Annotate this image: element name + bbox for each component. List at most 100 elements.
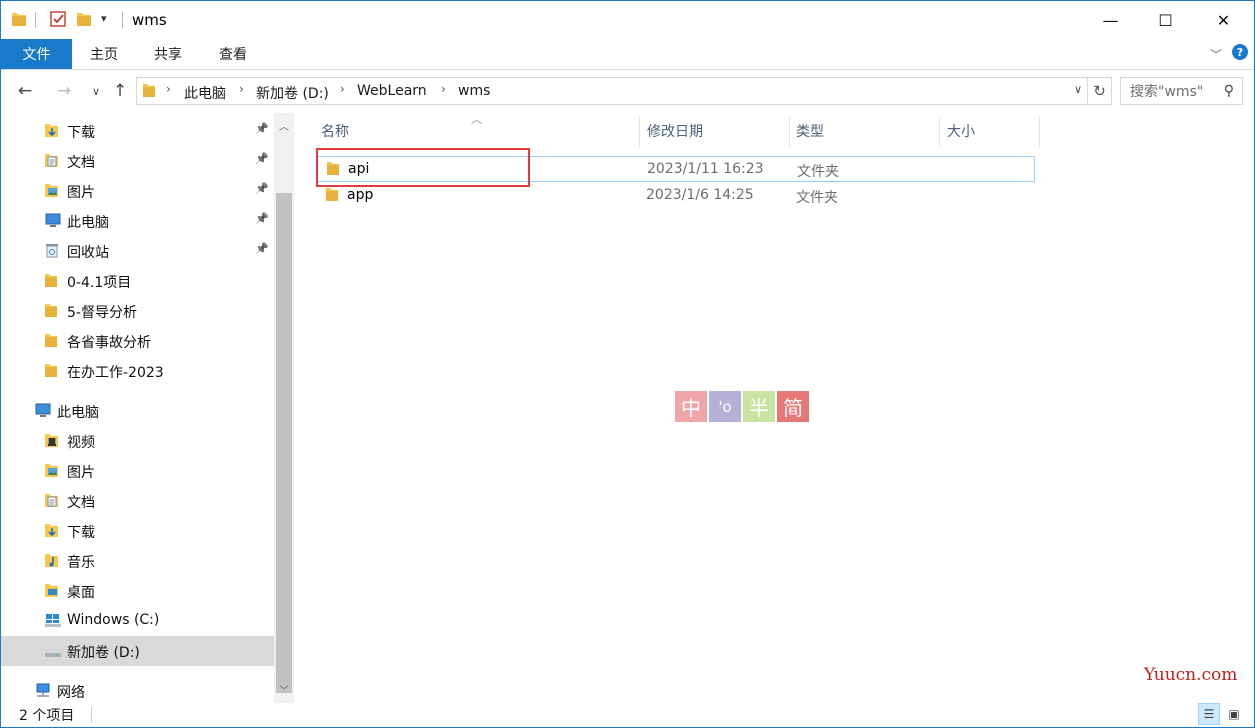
nav-item[interactable]: Windows (C:) (1, 606, 274, 636)
address-history-icon[interactable]: ∨ (1074, 83, 1082, 96)
folder-icon (325, 186, 339, 207)
expand-ribbon-icon[interactable]: ﹀ (1210, 46, 1222, 63)
nav-item[interactable]: 回收站 📌 (1, 236, 274, 266)
nav-item[interactable]: 下载 📌 (1, 116, 274, 146)
ime-simplified-mode[interactable]: 简 (777, 391, 809, 422)
nav-item-label: 桌面 (67, 585, 95, 601)
file-modified: 2023/1/11 16:23 (647, 161, 764, 177)
nav-item[interactable]: 此电脑 (1, 396, 274, 426)
chevron-right-icon[interactable]: › (166, 82, 171, 96)
nav-item[interactable]: 图片 📌 (1, 176, 274, 206)
pin-icon[interactable]: 📌 (255, 122, 269, 135)
pin-icon[interactable]: 📌 (255, 212, 269, 225)
nav-item[interactable]: 视频 (1, 426, 274, 456)
up-button[interactable]: ↑ (109, 80, 131, 102)
column-divider[interactable] (639, 117, 640, 147)
nav-item[interactable]: 下载 (1, 516, 274, 546)
nav-item[interactable]: 0-4.1项目 (1, 266, 274, 296)
column-divider[interactable] (1039, 117, 1040, 147)
pin-icon[interactable]: 📌 (255, 152, 269, 165)
desktop-icon (44, 582, 60, 598)
nav-item-label: 图片 (67, 465, 95, 481)
details-view-button[interactable]: ☰ (1198, 703, 1220, 725)
help-icon[interactable]: ? (1232, 44, 1248, 60)
refresh-button[interactable]: ↻ (1088, 77, 1112, 105)
large-icons-view-button[interactable]: ▣ (1223, 703, 1245, 725)
column-divider[interactable] (939, 117, 940, 147)
pin-icon[interactable]: 📌 (255, 242, 269, 255)
nav-item[interactable]: 网络 (1, 676, 274, 703)
details-view-icon: ☰ (1203, 707, 1215, 721)
nav-item-label: 下载 (67, 125, 95, 141)
nav-item[interactable]: 5-督导分析 (1, 296, 274, 326)
breadcrumb-weblearn[interactable]: WebLearn (357, 83, 427, 99)
search-icon: ⚲ (1223, 83, 1234, 99)
nav-item[interactable]: 新加卷 (D:) (1, 636, 274, 666)
minimize-button[interactable]: — (1080, 1, 1141, 39)
recycle-bin-icon (44, 242, 60, 258)
nav-item-label: 5-督导分析 (67, 305, 137, 321)
column-header-modified[interactable]: 修改日期 (647, 113, 703, 149)
documents-icon (44, 492, 60, 508)
nav-item[interactable]: 桌面 (1, 576, 274, 606)
chevron-right-icon[interactable]: › (239, 82, 244, 96)
nav-item-label: 文档 (67, 155, 95, 171)
ime-chinese-mode[interactable]: 中 (675, 391, 707, 422)
breadcrumb-drive-d[interactable]: 新加卷 (D:) (256, 83, 329, 103)
address-bar[interactable]: › 此电脑 › 新加卷 (D:) › WebLearn › wms ∨ (136, 77, 1088, 105)
file-modified: 2023/1/6 14:25 (646, 187, 754, 203)
column-header-size[interactable]: 大小 (947, 113, 975, 149)
search-input[interactable]: 搜索"wms" ⚲ (1120, 77, 1243, 105)
nav-item[interactable]: 文档 📌 (1, 146, 274, 176)
item-count: 2 个项目 (19, 708, 75, 724)
chevron-down-icon: ∨ (91, 84, 101, 98)
properties-icon[interactable] (49, 10, 67, 30)
scrollbar-thumb[interactable] (276, 193, 292, 693)
nav-item-label: 回收站 (67, 245, 109, 261)
tab-share[interactable]: 共享 (136, 39, 200, 69)
column-header-name[interactable]: 名称 (321, 113, 349, 149)
forward-button[interactable]: → (53, 80, 75, 102)
file-type: 文件夹 (796, 190, 838, 206)
nav-item[interactable]: 在办工作-2023 (1, 356, 274, 386)
scroll-down-icon[interactable]: ﹀ (274, 679, 294, 699)
folder-icon (44, 332, 60, 348)
customize-toolbar-icon[interactable]: ▾ (101, 12, 107, 32)
nav-item-label: 在办工作-2023 (67, 365, 164, 381)
network-icon (34, 682, 50, 698)
documents-icon (44, 152, 60, 168)
breadcrumb-this-pc[interactable]: 此电脑 (184, 83, 226, 103)
nav-item[interactable]: 此电脑 📌 (1, 206, 274, 236)
column-divider[interactable] (789, 117, 790, 147)
ime-punctuation-mode[interactable]: 'o (709, 391, 741, 422)
arrow-right-icon: → (56, 81, 72, 101)
nav-item-label: 视频 (67, 435, 95, 451)
tab-file[interactable]: 文件 (1, 39, 72, 69)
pin-icon[interactable]: 📌 (255, 182, 269, 195)
new-folder-icon[interactable] (76, 10, 92, 30)
nav-item[interactable]: 图片 (1, 456, 274, 486)
tab-home[interactable]: 主页 (72, 39, 136, 69)
recent-locations-button[interactable]: ∨ (85, 80, 107, 102)
nav-item[interactable]: 文档 (1, 486, 274, 516)
tab-view[interactable]: 查看 (201, 39, 265, 69)
scroll-up-icon[interactable]: ︿ (274, 115, 294, 135)
nav-scrollbar[interactable]: ︿ ﹀ (274, 113, 294, 703)
ime-half-width-mode[interactable]: 半 (743, 391, 775, 422)
close-button[interactable]: ✕ (1193, 1, 1254, 39)
folder-icon (142, 82, 156, 103)
chevron-right-icon[interactable]: › (441, 82, 446, 96)
this-pc-icon (44, 212, 61, 228)
sort-ascending-icon: ︿ (471, 113, 482, 126)
column-header-type[interactable]: 类型 (796, 113, 824, 149)
back-button[interactable]: ← (14, 80, 36, 102)
nav-item[interactable]: 各省事故分析 (1, 326, 274, 356)
ime-status-badge[interactable]: 中 'o 半 简 (675, 391, 809, 422)
nav-item-label: Windows (C:) (67, 612, 160, 628)
nav-item[interactable]: 音乐 (1, 546, 274, 576)
chevron-right-icon[interactable]: › (340, 82, 345, 96)
ribbon-tabs: 文件 主页 共享 查看 ﹀ ? (1, 39, 1254, 69)
breadcrumb-wms[interactable]: wms (458, 83, 490, 99)
maximize-button[interactable]: ☐ (1135, 1, 1196, 39)
minimize-icon: — (1102, 10, 1119, 30)
